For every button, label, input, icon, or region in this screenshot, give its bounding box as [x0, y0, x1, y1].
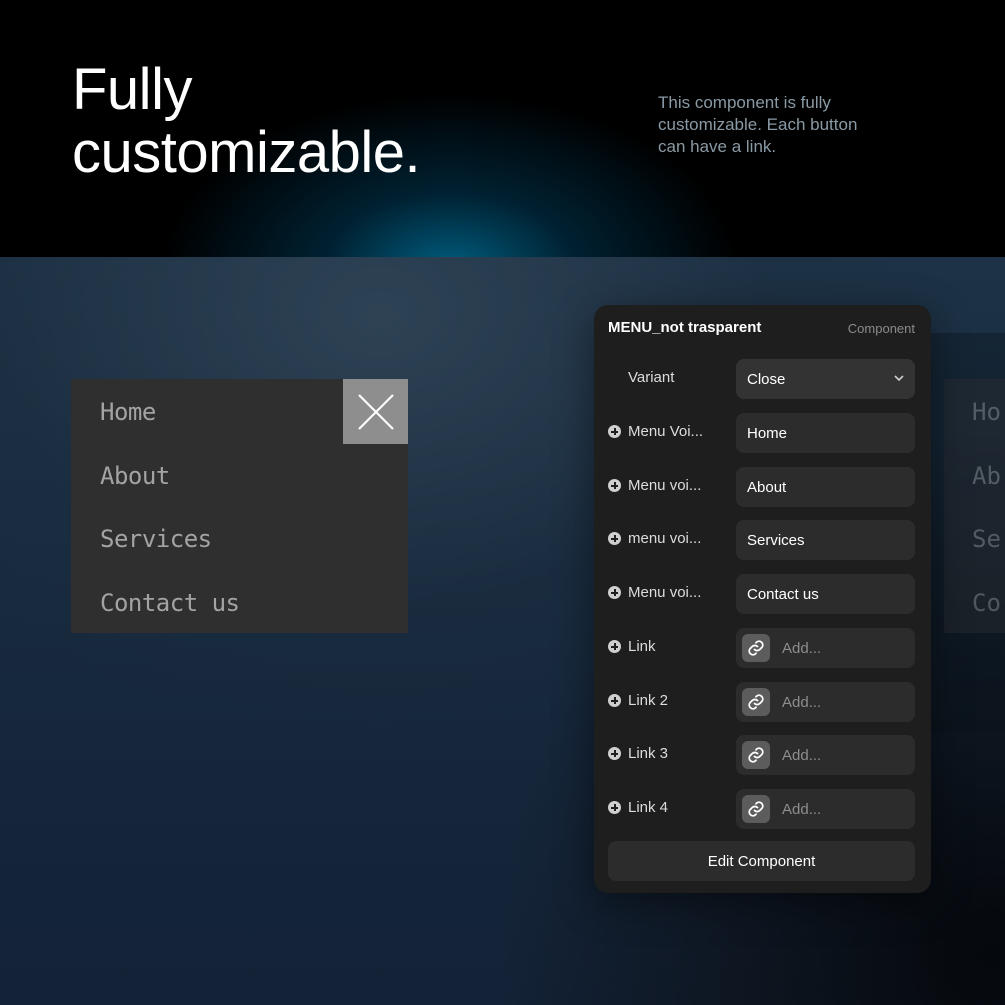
hero-desc-line-1: This component is fully	[658, 93, 831, 112]
menu-voice-2-input[interactable]: About	[736, 467, 915, 507]
close-icon	[357, 393, 394, 430]
menu-voice-3-input[interactable]: Services	[736, 520, 915, 560]
plus-circle-icon	[608, 694, 621, 707]
plus-circle-icon	[608, 640, 621, 653]
chevron-down-icon	[894, 375, 904, 382]
link-3-label[interactable]: Link 3	[608, 745, 668, 762]
menu-item-about[interactable]: About	[100, 462, 170, 490]
plus-circle-icon	[608, 425, 621, 438]
hero-title: Fully customizable.	[72, 57, 421, 185]
canvas-stage: Home About Services Contact us Ho Ab Se …	[0, 257, 1005, 1005]
plus-circle-icon	[608, 801, 621, 814]
link-4-label-text: Link 4	[628, 799, 669, 816]
link-icon	[742, 688, 770, 716]
menu-item-home[interactable]: Home	[100, 398, 156, 426]
ghost-item-home: Ho	[972, 398, 1001, 426]
menu-voice-1-label-text: Menu Voi...	[628, 423, 704, 440]
link-3-label-text: Link 3	[628, 745, 669, 762]
hero-section: Fully customizable. This component is fu…	[0, 0, 1005, 257]
hero-title-line-2: customizable.	[72, 120, 421, 185]
link-1-input[interactable]: Add...	[736, 628, 915, 668]
plus-circle-icon	[608, 479, 621, 492]
link-1-label[interactable]: Link	[608, 638, 656, 655]
link-icon	[742, 795, 770, 823]
link-4-label[interactable]: Link 4	[608, 799, 668, 816]
link-2-input[interactable]: Add...	[736, 682, 915, 722]
menu-voice-4-value: Contact us	[747, 585, 819, 603]
menu-voice-2-label-text: Menu voi...	[628, 477, 702, 494]
menu-item-contact[interactable]: Contact us	[100, 589, 240, 617]
link-icon	[742, 634, 770, 662]
component-properties-panel: MENU_not trasparent Component Variant Cl…	[594, 305, 931, 893]
menu-preview: Home About Services Contact us	[71, 379, 408, 633]
link-1-label-text: Link	[628, 638, 656, 655]
ghost-item-about: Ab	[972, 462, 1001, 490]
hero-desc-line-3: can have a link.	[658, 137, 777, 156]
link-2-label-text: Link 2	[628, 692, 669, 709]
menu-voice-4-input[interactable]: Contact us	[736, 574, 915, 614]
menu-voice-1-value: Home	[747, 424, 788, 442]
link-3-placeholder: Add...	[782, 746, 822, 764]
hero-description: This component is fully customizable. Ea…	[658, 92, 918, 158]
variant-label: Variant	[628, 369, 674, 386]
variant-value: Close	[747, 370, 786, 388]
ghost-item-services: Se	[972, 525, 1001, 553]
menu-voice-4-label-text: Menu voi...	[628, 584, 702, 601]
edit-component-button[interactable]: Edit Component	[608, 841, 915, 881]
panel-title: MENU_not trasparent	[608, 319, 762, 336]
menu-voice-1-label[interactable]: Menu Voi...	[608, 423, 703, 440]
menu-voice-1-input[interactable]: Home	[736, 413, 915, 453]
menu-close-button[interactable]	[343, 379, 408, 444]
link-4-input[interactable]: Add...	[736, 789, 915, 829]
hero-title-line-1: Fully	[72, 57, 192, 122]
link-2-placeholder: Add...	[782, 693, 822, 711]
menu-voice-3-label-text: menu voi...	[628, 530, 702, 547]
plus-circle-icon	[608, 747, 621, 760]
panel-subtitle: Component	[847, 321, 915, 336]
variant-select[interactable]: Close	[736, 359, 915, 399]
variant-label-text: Variant	[628, 369, 675, 386]
link-1-placeholder: Add...	[782, 639, 822, 657]
hero-desc-line-2: customizable. Each button	[658, 115, 858, 134]
menu-voice-3-label[interactable]: menu voi...	[608, 530, 701, 547]
menu-voice-4-label[interactable]: Menu voi...	[608, 584, 701, 601]
link-3-input[interactable]: Add...	[736, 735, 915, 775]
plus-circle-icon	[608, 586, 621, 599]
link-4-placeholder: Add...	[782, 800, 822, 818]
ghost-menu-preview: Ho Ab Se Co	[944, 379, 1005, 633]
link-icon	[742, 741, 770, 769]
menu-voice-2-label[interactable]: Menu voi...	[608, 477, 701, 494]
plus-circle-icon	[608, 532, 621, 545]
menu-item-services[interactable]: Services	[100, 525, 212, 553]
menu-voice-3-value: Services	[747, 531, 805, 549]
menu-voice-2-value: About	[747, 478, 787, 496]
ghost-item-contact: Co	[972, 589, 1001, 617]
link-2-label[interactable]: Link 2	[608, 692, 668, 709]
